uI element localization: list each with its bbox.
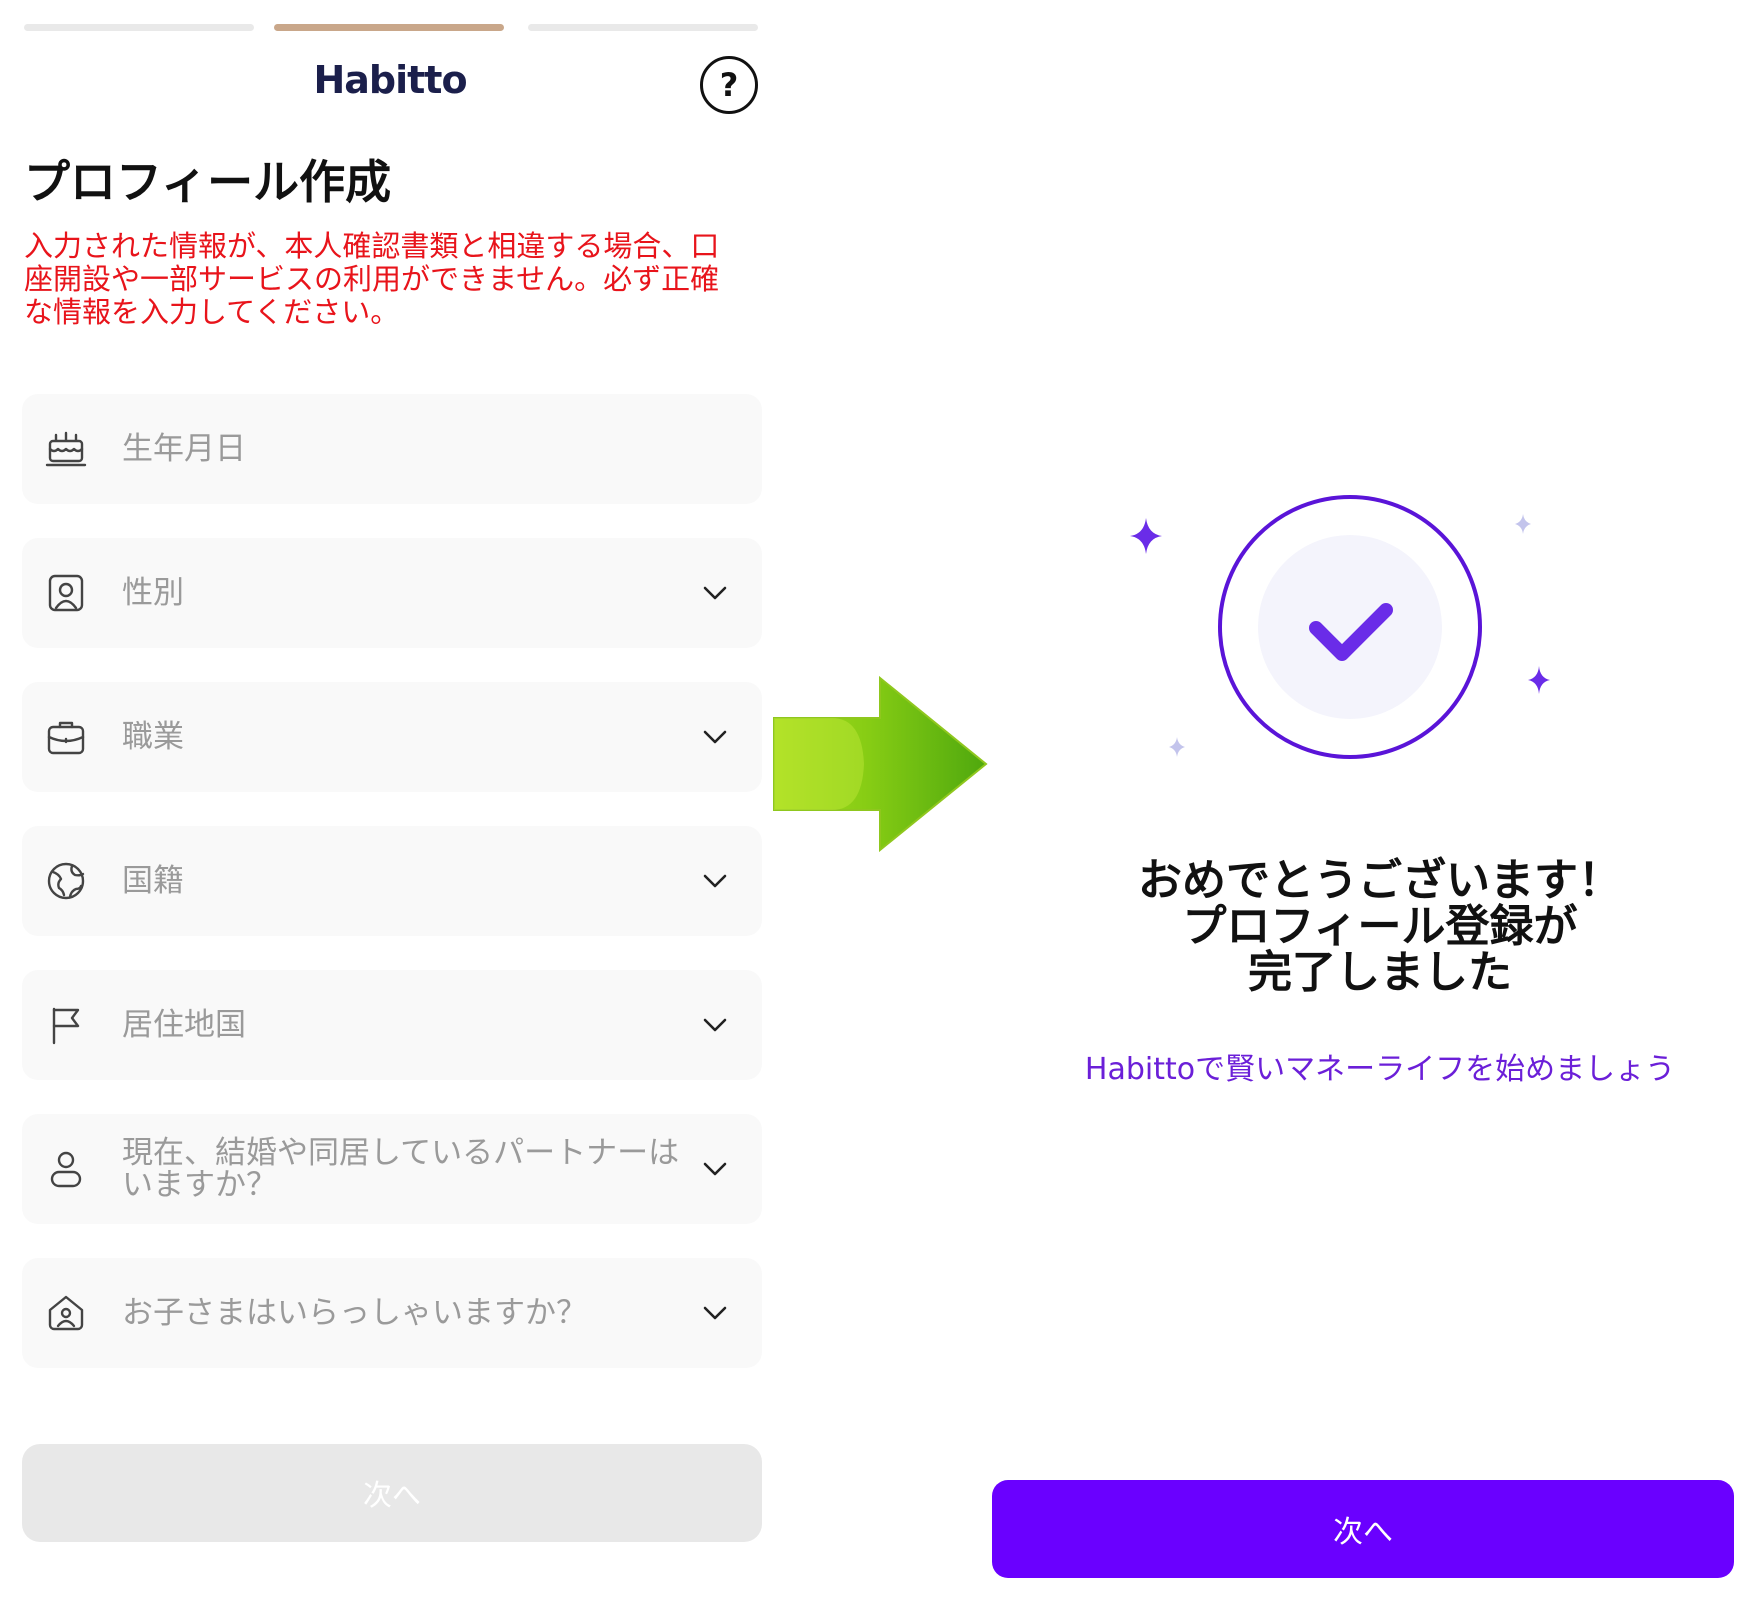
- green-right-arrow-icon: [773, 676, 988, 852]
- chevron-down-icon: [703, 1162, 727, 1176]
- chevron-down-icon: [703, 730, 727, 744]
- user-icon: [44, 1147, 88, 1191]
- globe-icon: [44, 859, 88, 903]
- nationality-placeholder: 国籍: [122, 863, 184, 899]
- next-button[interactable]: 次へ: [992, 1480, 1734, 1578]
- sparkle-icon: [1515, 514, 1531, 534]
- person-badge-icon: [44, 571, 88, 615]
- progress-step-3: [528, 24, 758, 31]
- congrats-line: おめでとうございます！: [1138, 855, 1622, 906]
- partner-select[interactable]: 現在、結婚や同居しているパートナーはいますか？: [22, 1114, 762, 1224]
- progress-step-1: [24, 24, 254, 31]
- sparkle-icon: [1130, 518, 1162, 554]
- occupation-select[interactable]: 職業: [22, 682, 762, 792]
- check-circle-icon: [1130, 495, 1550, 759]
- chevron-down-icon: [703, 1018, 727, 1032]
- sparkle-icon: [1169, 737, 1185, 757]
- congrats-heading: おめでとうございます！ プロフィール登録が 完了しました: [1030, 858, 1730, 996]
- birthdate-placeholder: 生年月日: [122, 431, 246, 467]
- congrats-line: プロフィール登録が: [1182, 901, 1578, 952]
- gender-placeholder: 性別: [122, 575, 184, 611]
- habitto-logo: Habitto: [313, 58, 467, 102]
- flag-icon: [44, 1003, 88, 1047]
- chevron-down-icon: [703, 1306, 727, 1320]
- sparkle-icon: [1528, 666, 1550, 694]
- gender-select[interactable]: 性別: [22, 538, 762, 648]
- subtitle: Habittoで賢いマネーライフを始めましょう: [1084, 1052, 1676, 1087]
- nationality-select[interactable]: 国籍: [22, 826, 762, 936]
- profile-form-screen: Habitto ? プロフィール作成 入力された情報が、本人確認書類と相違する場…: [0, 0, 780, 1598]
- chevron-down-icon: [703, 874, 727, 888]
- warning-message: 入力された情報が、本人確認書類と相違する場合、口座開設や一部サービスの利用ができ…: [24, 229, 720, 329]
- partner-placeholder: 現在、結婚や同居しているパートナーはいますか？: [122, 1135, 680, 1203]
- birthdate-field[interactable]: 生年月日: [22, 394, 762, 504]
- cake-icon: [44, 427, 88, 471]
- children-placeholder: お子さまはいらっしゃいますか？: [122, 1295, 587, 1331]
- residence-country-select[interactable]: 居住地国: [22, 970, 762, 1080]
- next-button-disabled[interactable]: 次へ: [22, 1444, 762, 1542]
- briefcase-icon: [44, 715, 88, 759]
- children-select[interactable]: お子さまはいらっしゃいますか？: [22, 1258, 762, 1368]
- registration-complete-screen: おめでとうございます！ プロフィール登録が 完了しました Habittoで賢いマ…: [990, 0, 1764, 1598]
- progress-step-2-active: [274, 24, 504, 31]
- chevron-down-icon: [703, 586, 727, 600]
- home-user-icon: [44, 1291, 88, 1335]
- page-title: プロフィール作成: [24, 155, 392, 209]
- residence-country-placeholder: 居住地国: [122, 1007, 246, 1043]
- occupation-placeholder: 職業: [122, 719, 184, 755]
- progress-bar: [24, 24, 762, 31]
- congrats-line: 完了しました: [1248, 947, 1512, 998]
- question-circle-icon[interactable]: ?: [700, 56, 758, 114]
